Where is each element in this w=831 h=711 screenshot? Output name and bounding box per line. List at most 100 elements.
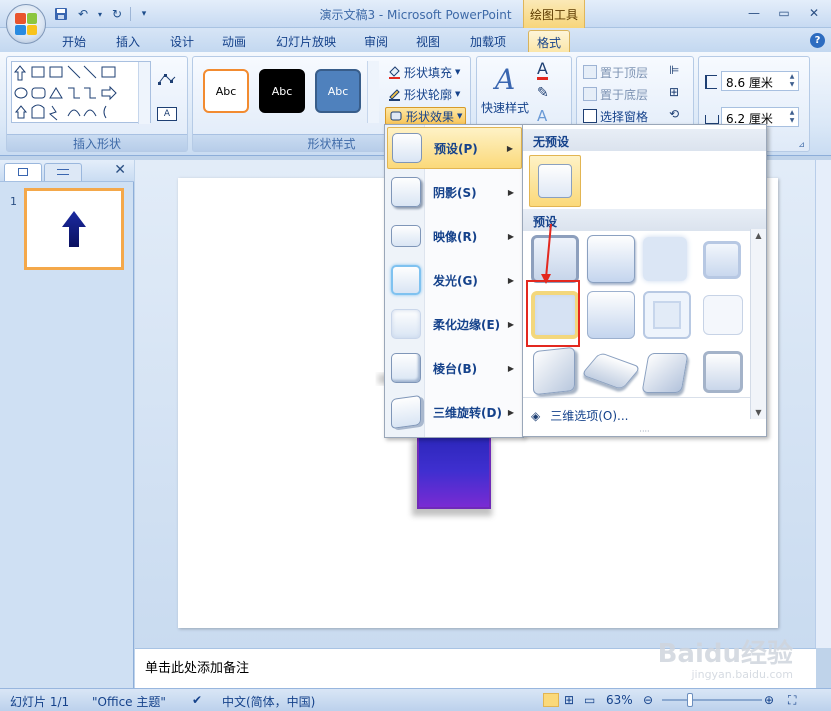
group-objects-icon[interactable]: ⊞ [669,85,679,99]
tab-insert[interactable]: 插入 [108,30,148,52]
zoom-out-icon[interactable]: ⊖ [643,693,653,707]
no-preset-option[interactable] [529,155,581,207]
height-icon [705,75,717,89]
preset-11[interactable] [641,353,689,393]
shape-effects-icon [389,109,403,123]
slideshow-view-icon[interactable]: ▭ [584,693,595,707]
menu-item-preset[interactable]: 预设(P) ▶ [387,127,522,169]
width-spinner-icon[interactable]: ▲ ▼ [787,109,797,125]
group-label-insert-shapes: 插入形状 [7,134,187,151]
tab-review[interactable]: 审阅 [356,30,396,52]
text-effects-icon[interactable]: A [537,107,547,125]
zoom-slider-thumb[interactable] [687,693,693,707]
menu-item-soft-edges[interactable]: 柔化边缘(E) ▶ [387,303,522,345]
preset-icon [392,133,422,163]
preset-8[interactable] [703,295,743,335]
preset-scrollbar[interactable]: ▲ ▼ [750,229,766,419]
slide-number: 1 [10,195,17,208]
zoom-level[interactable]: 63% [606,693,633,707]
bring-front-icon [583,65,597,79]
quick-styles-icon[interactable]: A [491,61,521,96]
selection-pane-button[interactable]: 选择窗格 [583,107,648,125]
arrow-shape-thumbnail [62,211,86,247]
shape-effects-menu: 预设(P) ▶ 阴影(S) ▶ 映像(R) ▶ 发光(G) ▶ 柔化边缘(E) … [384,124,524,438]
shape-outline-label: 形状轮廓 [404,87,453,102]
slides-tab-icon[interactable] [4,163,42,181]
preset-3[interactable] [643,237,687,281]
language-status[interactable]: 中文(简体，中国) [222,693,315,710]
bring-to-front-button[interactable]: 置于顶层 [583,63,648,81]
spell-check-icon[interactable]: ✔ [192,693,202,707]
outline-tab-icon[interactable] [44,163,82,181]
scroll-down-icon[interactable]: ▼ [751,408,766,417]
fit-to-window-icon[interactable]: ⛶ [788,693,796,708]
menu-item-reflection[interactable]: 映像(R) ▶ [387,215,522,257]
send-back-icon [583,87,597,101]
close-icon[interactable]: ✕ [803,4,825,22]
menu-item-3d-rotation[interactable]: 三维旋转(D) ▶ [387,391,522,433]
tab-animations[interactable]: 动画 [214,30,254,52]
preset-4[interactable] [703,241,741,279]
text-fill-icon[interactable]: A [537,61,548,80]
shape-fill-button[interactable]: 形状填充 ▼ [387,63,460,81]
text-outline-icon[interactable]: ✎ [537,85,549,101]
size-dialog-launcher-icon[interactable]: ⊿ [798,140,805,149]
tab-format[interactable]: 格式 [528,30,571,52]
menu-item-shadow[interactable]: 阴影(S) ▶ [387,171,522,213]
baidu-watermark: Baidu经验 jingyan.baidu.com [658,633,793,681]
zoom-slider[interactable] [662,699,762,701]
menu-item-label: 棱台(B) [433,361,478,376]
vertical-scrollbar[interactable] [815,160,831,648]
preset-12[interactable] [703,351,743,393]
tab-home[interactable]: 开始 [54,30,94,52]
preset-6[interactable] [587,291,635,339]
edit-shape-icon[interactable] [157,71,177,87]
shape-effects-label: 形状效果 [406,109,455,124]
scroll-up-icon[interactable]: ▲ [751,231,766,240]
preset-2[interactable] [587,235,635,283]
slide-sorter-icon[interactable]: ⊞ [564,693,574,707]
preset-7[interactable] [643,291,691,339]
maximize-icon[interactable]: ▭ [773,4,795,22]
preset-9[interactable] [533,346,575,396]
slide-thumbnail[interactable] [24,188,124,270]
ribbon-tabs: 开始 插入 设计 动画 幻灯片放映 审阅 视图 加载项 格式 ? [0,28,831,52]
submenu-resize-grip[interactable]: ···· [523,428,766,436]
shape-height-field[interactable]: 8.6 厘米 ▲ ▼ [721,71,799,91]
title-bar: ↶ ▾ ↻ ▾ 演示文稿3 - Microsoft PowerPoint 绘图工… [0,0,831,28]
shape-outline-button[interactable]: 形状轮廓 ▼ [387,85,460,103]
tab-design[interactable]: 设计 [162,30,202,52]
help-icon[interactable]: ? [810,33,825,48]
tab-addins[interactable]: 加载项 [462,30,514,52]
menu-item-glow[interactable]: 发光(G) ▶ [387,259,522,301]
shape-style-thumb[interactable]: Abc [259,69,305,113]
preset-10[interactable] [580,352,642,390]
send-to-back-button[interactable]: 置于底层 [583,85,648,103]
menu-item-bevel[interactable]: 棱台(B) ▶ [387,347,522,389]
minimize-icon[interactable]: — [743,4,765,22]
quick-styles-label[interactable]: 快速样式 [481,99,529,116]
shapes-icons [13,65,117,121]
align-icon[interactable]: ⊫ [669,63,679,77]
annotation-highlight-box [526,280,580,347]
textbox-icon[interactable]: A [157,107,177,121]
normal-view-icon[interactable] [543,693,559,707]
chevron-right-icon: ▶ [507,275,514,285]
zoom-in-icon[interactable]: ⊕ [764,693,774,707]
shape-gallery-scroll[interactable] [138,62,150,124]
menu-item-label: 阴影(S) [433,185,477,200]
shape-styles-scroll[interactable] [367,61,379,123]
shape-effects-button[interactable]: 形状效果 ▼ [385,107,467,125]
close-panel-icon[interactable]: ✕ [114,162,126,178]
3d-options-item[interactable]: ◈ 三维选项(O)... [523,397,750,433]
shape-style-thumb[interactable]: Abc [203,69,249,113]
tab-slideshow[interactable]: 幻灯片放映 [268,30,344,52]
shape-style-thumb[interactable]: Abc [315,69,361,113]
tab-view[interactable]: 视图 [408,30,448,52]
office-button[interactable] [6,4,46,44]
window-title: 演示文稿3 - Microsoft PowerPoint [319,8,512,22]
height-spinner-icon[interactable]: ▲ ▼ [787,73,797,89]
rotate-icon[interactable]: ⟲ [669,107,679,121]
menu-item-label: 映像(R) [433,229,478,244]
shape-gallery[interactable] [11,61,151,124]
